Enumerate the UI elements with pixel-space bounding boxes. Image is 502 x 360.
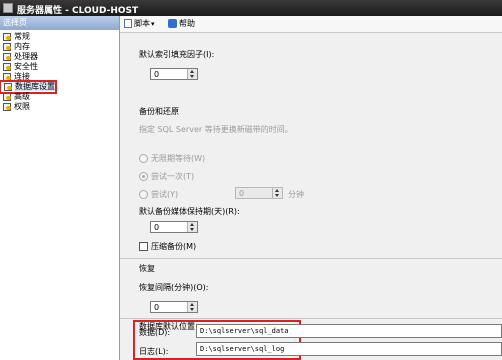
divider bbox=[120, 318, 502, 319]
stepper-buttons[interactable] bbox=[187, 222, 197, 232]
help-button[interactable]: 帮助 bbox=[168, 18, 195, 30]
try-label: 尝试(Y) bbox=[151, 190, 179, 199]
chevron-down-icon: ▾ bbox=[151, 20, 155, 28]
data-path-label: 数据(D): bbox=[139, 328, 171, 337]
fill-factor-stepper[interactable]: 0 bbox=[150, 68, 198, 80]
window-title-bar: 服务器属性 - CLOUD-HOST bbox=[0, 0, 502, 16]
script-icon bbox=[124, 19, 132, 28]
page-item-processors[interactable]: 处理器 bbox=[0, 52, 119, 62]
recovery-interval-stepper[interactable]: 0 bbox=[150, 301, 198, 313]
page-item-advanced[interactable]: 高级 bbox=[0, 92, 119, 102]
try-minutes-value: 0 bbox=[239, 189, 245, 198]
wait-forever-label: 无限期等待(W) bbox=[151, 154, 206, 163]
data-path-input[interactable]: D:\sqlserver\sql_data bbox=[196, 324, 502, 338]
page-item-connections[interactable]: 连接 bbox=[0, 72, 119, 82]
recovery-interval-label: 恢复间隔(分钟)(O): bbox=[139, 283, 209, 292]
try-radio[interactable] bbox=[139, 190, 148, 199]
page-list: 常规 内存 处理器 安全性 连接 数据库设置 高级 权限 bbox=[0, 32, 119, 112]
fill-factor-value: 0 bbox=[154, 70, 160, 79]
page-item-permissions[interactable]: 权限 bbox=[0, 102, 119, 112]
log-path-label: 日志(L): bbox=[139, 347, 169, 356]
page-item-memory[interactable]: 内存 bbox=[0, 42, 119, 52]
page-item-database-settings[interactable]: 数据库设置 bbox=[0, 80, 57, 94]
select-page-header: 选择页 bbox=[0, 16, 119, 30]
retention-stepper[interactable]: 0 bbox=[150, 221, 198, 233]
page-icon bbox=[3, 73, 12, 81]
toolbar: 脚本▾ 帮助 bbox=[120, 16, 502, 33]
log-path-input[interactable]: D:\sqlserver\sql_log bbox=[196, 342, 502, 356]
script-button[interactable]: 脚本▾ bbox=[124, 18, 155, 30]
divider bbox=[120, 258, 502, 259]
window-title: 服务器属性 - CLOUD-HOST bbox=[17, 6, 139, 16]
backup-restore-header: 备份和还原 bbox=[139, 107, 179, 116]
help-icon bbox=[168, 19, 177, 28]
compress-backup-checkbox[interactable] bbox=[139, 242, 148, 251]
retention-value: 0 bbox=[154, 223, 160, 232]
stepper-buttons[interactable] bbox=[187, 69, 197, 79]
page-item-label: 数据库设置 bbox=[15, 82, 55, 91]
backup-hint-text: 指定 SQL Server 等待更换新磁带的时间。 bbox=[139, 125, 293, 134]
try-once-label: 尝试一次(T) bbox=[151, 172, 195, 181]
stepper-buttons[interactable] bbox=[272, 188, 282, 198]
page-item-label: 连接 bbox=[14, 72, 30, 81]
try-once-radio[interactable] bbox=[139, 172, 148, 181]
page-item-label: 内存 bbox=[14, 42, 30, 51]
server-properties-icon bbox=[3, 3, 13, 13]
page-icon bbox=[3, 53, 12, 61]
page-icon bbox=[3, 93, 12, 101]
page-item-general[interactable]: 常规 bbox=[0, 32, 119, 42]
recovery-interval-value: 0 bbox=[154, 303, 160, 312]
compress-backup-label: 压缩备份(M) bbox=[151, 242, 197, 251]
wait-forever-radio[interactable] bbox=[139, 154, 148, 163]
stepper-buttons[interactable] bbox=[187, 302, 197, 312]
page-item-label: 安全性 bbox=[14, 62, 38, 71]
page-icon bbox=[4, 83, 13, 91]
page-item-label: 处理器 bbox=[14, 52, 38, 61]
page-item-label: 高级 bbox=[14, 92, 30, 101]
retention-label: 默认备份媒体保持期(天)(R): bbox=[139, 207, 240, 216]
settings-pane: 脚本▾ 帮助 默认索引填充因子(I): 0 备份和还原 指定 SQL Serve… bbox=[120, 16, 502, 360]
recovery-header: 恢复 bbox=[139, 264, 155, 273]
select-page-panel: 选择页 常规 内存 处理器 安全性 连接 数据库设置 高级 权限 bbox=[0, 16, 120, 360]
script-label: 脚本 bbox=[134, 19, 150, 28]
page-icon bbox=[3, 33, 12, 41]
try-minutes-stepper[interactable]: 0 bbox=[235, 187, 283, 199]
help-label: 帮助 bbox=[179, 19, 195, 28]
page-item-label: 权限 bbox=[14, 102, 30, 111]
page-icon bbox=[3, 103, 12, 111]
page-item-label: 常规 bbox=[14, 32, 30, 41]
page-item-security[interactable]: 安全性 bbox=[0, 62, 119, 72]
minutes-label: 分钟 bbox=[288, 190, 304, 199]
page-icon bbox=[3, 63, 12, 71]
page-icon bbox=[3, 43, 12, 51]
fill-factor-label: 默认索引填充因子(I): bbox=[139, 50, 215, 59]
